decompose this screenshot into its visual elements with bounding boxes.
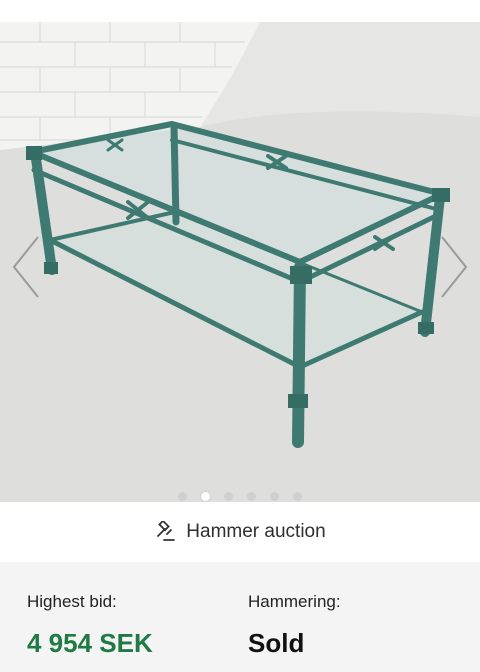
hammering-block: Hammering: Sold (248, 592, 341, 659)
next-image-button[interactable] (436, 227, 472, 307)
highest-bid-label: Highest bid: (27, 592, 117, 611)
hammering-status: Sold (248, 628, 305, 658)
gavel-icon (154, 521, 176, 543)
auction-type-row: Hammer auction (0, 502, 480, 562)
product-photo (0, 22, 480, 502)
top-bar (0, 0, 480, 22)
pagination-dot-active[interactable] (201, 492, 210, 501)
hammering-label: Hammering: (248, 592, 341, 611)
pagination-dot[interactable] (247, 492, 256, 501)
highest-bid-value: 4 954 SEK (27, 628, 153, 658)
image-gallery[interactable] (0, 22, 480, 502)
chevron-right-icon (441, 236, 468, 298)
gallery-pagination (0, 492, 480, 501)
pagination-dot[interactable] (293, 492, 302, 501)
bid-panel: Highest bid: 4 954 SEK Hammering: Sold (0, 562, 480, 672)
pagination-dot[interactable] (224, 492, 233, 501)
chevron-left-icon (12, 236, 39, 298)
previous-image-button[interactable] (8, 227, 44, 307)
auction-type-label: Hammer auction (186, 521, 326, 542)
pagination-dot[interactable] (178, 492, 187, 501)
highest-bid-block: Highest bid: 4 954 SEK (27, 592, 153, 659)
pagination-dot[interactable] (270, 492, 279, 501)
